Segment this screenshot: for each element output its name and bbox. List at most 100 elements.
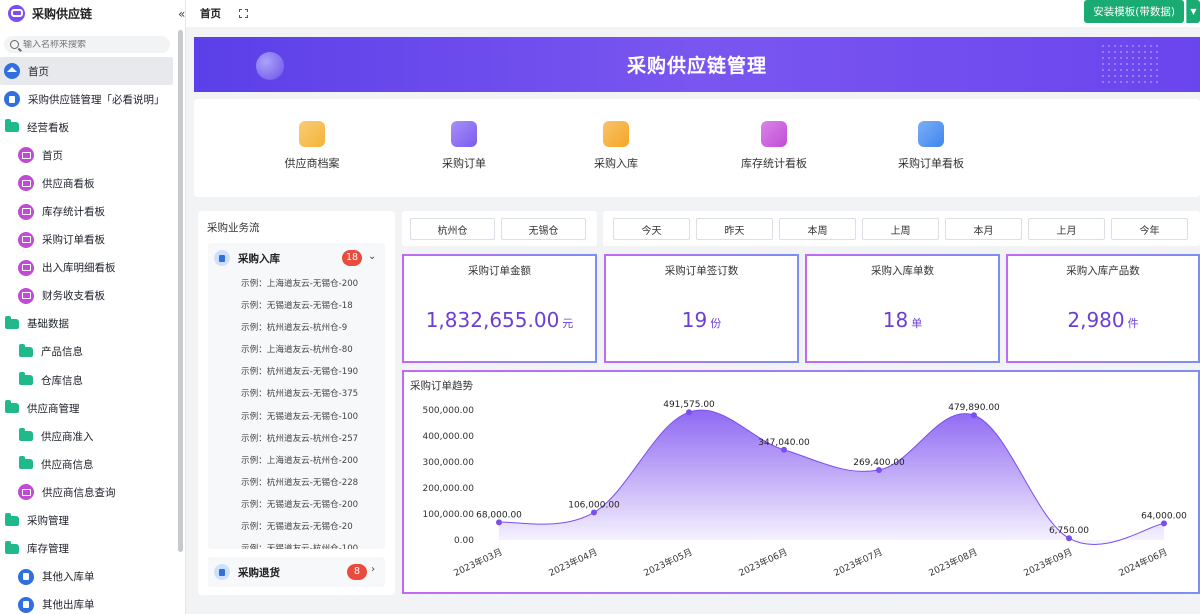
inbound-record[interactable]: 示例：杭州道友云-无锡仓-190 xyxy=(208,361,385,383)
sidebar-item[interactable]: 出入库明细看板 xyxy=(0,254,185,282)
folder-icon xyxy=(5,400,19,414)
warehouse-option[interactable]: 无锡仓 xyxy=(501,218,586,240)
sidebar-item-label: 其他出库单 xyxy=(42,599,95,612)
inbound-record-list: 示例：上海道友云-无锡仓-200 示例：无锡道友云-无锡仓-18 示例：杭州道友云-… xyxy=(208,273,385,549)
inbound-record[interactable]: 示例：杭州道友云-杭州仓-9 xyxy=(208,317,385,339)
quick-entry-label: 采购订单看板 xyxy=(898,157,964,170)
returns-section[interactable]: 采购退货 8 › xyxy=(208,557,385,587)
inbound-record[interactable]: 示例：无锡道友云-无锡仓-200 xyxy=(208,494,385,516)
stat-value: 19 xyxy=(681,308,708,332)
inbound-record[interactable]: 示例：无锡道友云-杭州仓-100 xyxy=(208,538,385,549)
sidebar-item[interactable]: 采购订单看板 xyxy=(0,226,185,254)
search-input[interactable] xyxy=(23,39,163,50)
sidebar-item[interactable]: 其他出库单 xyxy=(0,591,185,614)
inbound-record[interactable]: 示例：无锡道友云-无锡仓-100 xyxy=(208,406,385,428)
sidebar-item-label: 仓库信息 xyxy=(41,374,83,387)
quick-entry[interactable]: 采购订单 xyxy=(394,121,534,171)
document-icon xyxy=(18,596,34,613)
quick-entry[interactable]: 采购入库 xyxy=(546,121,686,171)
sidebar-item[interactable]: 仓库信息 xyxy=(0,366,185,394)
supplier-folder-icon xyxy=(299,121,325,147)
sidebar-item-label: 采购管理 xyxy=(27,515,69,528)
stat-card: 采购入库产品数 2,980 件 xyxy=(1006,254,1200,363)
chevron-down-icon[interactable]: ⌄ xyxy=(368,251,376,262)
period-option[interactable]: 上周 xyxy=(862,218,939,240)
inbound-record[interactable]: 示例：杭州道友云-杭州仓-257 xyxy=(208,428,385,450)
y-tick-label: 0.00 xyxy=(454,536,474,546)
quick-entry-label: 采购订单 xyxy=(442,157,486,170)
quick-entry-label: 供应商档案 xyxy=(284,157,340,170)
quick-entry-label: 采购入库 xyxy=(594,157,638,170)
sidebar-item-label: 经营看板 xyxy=(27,121,69,134)
sidebar-item[interactable]: 供应商准入 xyxy=(0,422,185,450)
sidebar-item[interactable]: 库存管理 xyxy=(0,535,185,563)
dashboard-icon xyxy=(18,203,34,220)
inbound-record[interactable]: 示例：无锡道友云-无锡仓-18 xyxy=(208,295,385,317)
inbound-record[interactable]: 示例：上海道友云-无锡仓-200 xyxy=(208,273,385,295)
document-icon xyxy=(214,564,230,580)
sidebar-item[interactable]: 其他入库单 xyxy=(0,563,185,591)
quick-entry-label: 库存统计看板 xyxy=(741,157,807,170)
folder-icon xyxy=(19,372,33,386)
data-label: 479,890.00 xyxy=(948,403,1000,413)
search-box[interactable] xyxy=(4,36,170,53)
quick-entry[interactable]: 供应商档案 xyxy=(242,121,382,171)
inbound-header[interactable]: 采购入库 18 ⌄ xyxy=(208,243,385,273)
quick-entry[interactable]: 库存统计看板 xyxy=(704,121,844,171)
stat-card: 采购订单签订数 19 份 xyxy=(604,254,799,363)
sidebar-item[interactable]: 供应商看板 xyxy=(0,169,185,197)
dashboard-icon xyxy=(18,484,34,501)
stat-card: 采购订单金额 1,832,655.00 元 xyxy=(402,254,597,363)
sidebar-item[interactable]: 采购管理 xyxy=(0,507,185,535)
sidebar-item[interactable]: 财务收支看板 xyxy=(0,282,185,310)
app-logo-icon xyxy=(8,4,25,22)
app-header: 采购供应链 xyxy=(0,0,185,26)
sidebar-item-label: 出入库明细看板 xyxy=(42,262,116,275)
sidebar-item[interactable]: 供应商信息查询 xyxy=(0,478,185,506)
returns-count-badge: 8 xyxy=(347,564,367,580)
stat-title: 采购入库单数 xyxy=(871,265,934,277)
period-option[interactable]: 上月 xyxy=(1028,218,1105,240)
returns-label: 采购退货 xyxy=(238,566,280,579)
sidebar-item-label: 供应商看板 xyxy=(42,177,95,190)
sidebar-item[interactable]: 经营看板 xyxy=(0,113,185,141)
period-option[interactable]: 今年 xyxy=(1111,218,1188,240)
sidebar-nav: 首页 采购供应链管理「必看说明」 经营看板 首页 供应商看板 库存统计看板 采购订单看板 出入… xyxy=(0,57,185,614)
sidebar-item[interactable]: 产品信息 xyxy=(0,338,185,366)
sidebar-item[interactable]: 供应商信息 xyxy=(0,450,185,478)
folder-icon xyxy=(19,428,33,442)
inbound-record[interactable]: 示例：杭州道友云-无锡仓-375 xyxy=(208,383,385,405)
breadcrumb: 首页 xyxy=(200,8,221,20)
sidebar-scrollbar[interactable] xyxy=(178,30,183,552)
folder-icon xyxy=(5,540,19,554)
fullscreen-icon[interactable] xyxy=(239,9,248,18)
period-option[interactable]: 今天 xyxy=(613,218,690,240)
collapse-sidebar-icon[interactable]: « xyxy=(178,7,192,21)
sidebar-item-label: 供应商信息查询 xyxy=(42,486,116,499)
inbound-record[interactable]: 示例：上海道友云-杭州仓-80 xyxy=(208,339,385,361)
inbound-record[interactable]: 示例：上海道友云-杭州仓-200 xyxy=(208,450,385,472)
quick-entry[interactable]: 采购订单看板 xyxy=(861,121,1001,171)
period-option[interactable]: 本周 xyxy=(779,218,856,240)
document-icon xyxy=(4,91,20,108)
install-template-label: 安装模板(带数据) xyxy=(1093,6,1175,18)
dashboard-icon xyxy=(18,175,34,192)
sidebar-item[interactable]: 采购供应链管理「必看说明」 xyxy=(0,85,185,113)
chevron-right-icon[interactable]: › xyxy=(371,564,375,575)
period-option[interactable]: 本月 xyxy=(945,218,1022,240)
stat-title: 采购订单签订数 xyxy=(664,265,739,277)
warehouse-option[interactable]: 杭州仓 xyxy=(410,218,495,240)
data-label: 64,000.00 xyxy=(1141,511,1187,521)
app-title: 采购供应链 xyxy=(32,6,93,21)
sidebar-item[interactable]: 基础数据 xyxy=(0,310,185,338)
sidebar-item[interactable]: 首页 xyxy=(0,57,173,86)
install-dropdown-button[interactable]: ▼ xyxy=(1186,0,1200,23)
inbound-record[interactable]: 示例：杭州道友云-无锡仓-228 xyxy=(208,472,385,494)
sidebar-item[interactable]: 首页 xyxy=(0,141,185,169)
sidebar-item[interactable]: 供应商管理 xyxy=(0,394,185,422)
sidebar-item[interactable]: 库存统计看板 xyxy=(0,197,185,225)
quick-entry-panel: 供应商档案 采购订单 采购入库 库存统计看板 采购订单看板 xyxy=(194,99,1200,197)
inbound-record[interactable]: 示例：无锡道友云-无锡仓-20 xyxy=(208,516,385,538)
period-option[interactable]: 昨天 xyxy=(696,218,773,240)
install-template-button[interactable]: 安装模板(带数据) xyxy=(1084,0,1184,23)
